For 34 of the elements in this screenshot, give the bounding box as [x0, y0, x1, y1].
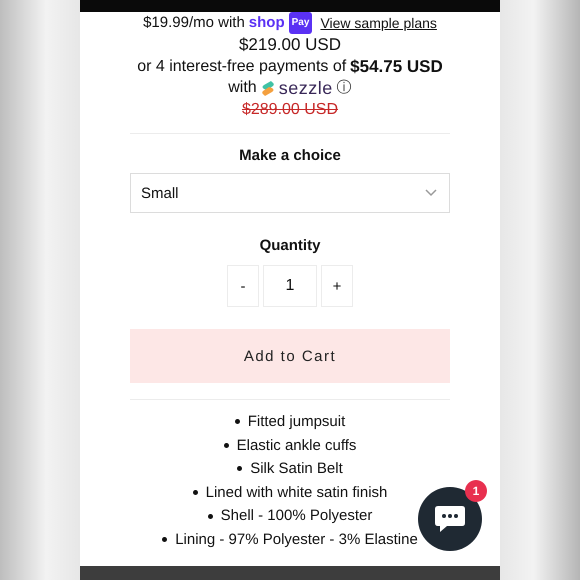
variant-label: Make a choice	[239, 147, 341, 164]
bullet-icon	[224, 442, 229, 448]
bullet-icon	[192, 490, 198, 496]
installment-text: $19.99/mo with	[143, 13, 245, 33]
decrement-button[interactable]: -	[227, 265, 259, 307]
with-text: with	[228, 78, 257, 98]
installment-text: or 4 interest-free payments of	[137, 57, 346, 77]
chat-bubble-icon	[434, 504, 466, 534]
size-dropdown[interactable]: Small	[130, 173, 450, 213]
bullet-icon	[237, 466, 242, 472]
info-icon[interactable]: ⓘ	[336, 77, 352, 99]
pay-badge: Pay	[288, 12, 312, 34]
chevron-down-icon	[425, 189, 437, 197]
feature-text: Shell - 100% Polyester	[220, 506, 372, 526]
bullet-icon	[234, 419, 240, 424]
installment-amount: $54.75 USD	[350, 56, 443, 77]
increment-button[interactable]: +	[321, 265, 353, 307]
bullet-icon	[162, 537, 168, 542]
sezzle-logo-icon	[260, 80, 275, 96]
quantity-field[interactable]: 1	[263, 265, 317, 307]
compare-price: $289.00 USD	[242, 100, 338, 120]
feature-text: Silk Satin Belt	[250, 459, 343, 480]
quantity-label: Quantity	[260, 237, 320, 254]
sezzle-logo: sezzle	[278, 77, 333, 99]
feature-text: Elastic ankle cuffs	[236, 436, 356, 456]
notification-badge: 1	[465, 480, 487, 502]
feature-text: Fitted jumpsuit	[248, 412, 346, 432]
add-to-cart-button[interactable]: Add to Cart	[130, 329, 450, 383]
feature-text: Lined with white satin finish	[206, 482, 388, 503]
view-plans-link[interactable]: View sample plans	[320, 13, 437, 33]
bullet-icon	[208, 514, 213, 519]
price: $219.00 USD	[238, 34, 342, 56]
feature-text: Lining - 97% Polyester - 3% Elastine	[175, 530, 418, 550]
shop-logo: shop	[248, 13, 285, 33]
